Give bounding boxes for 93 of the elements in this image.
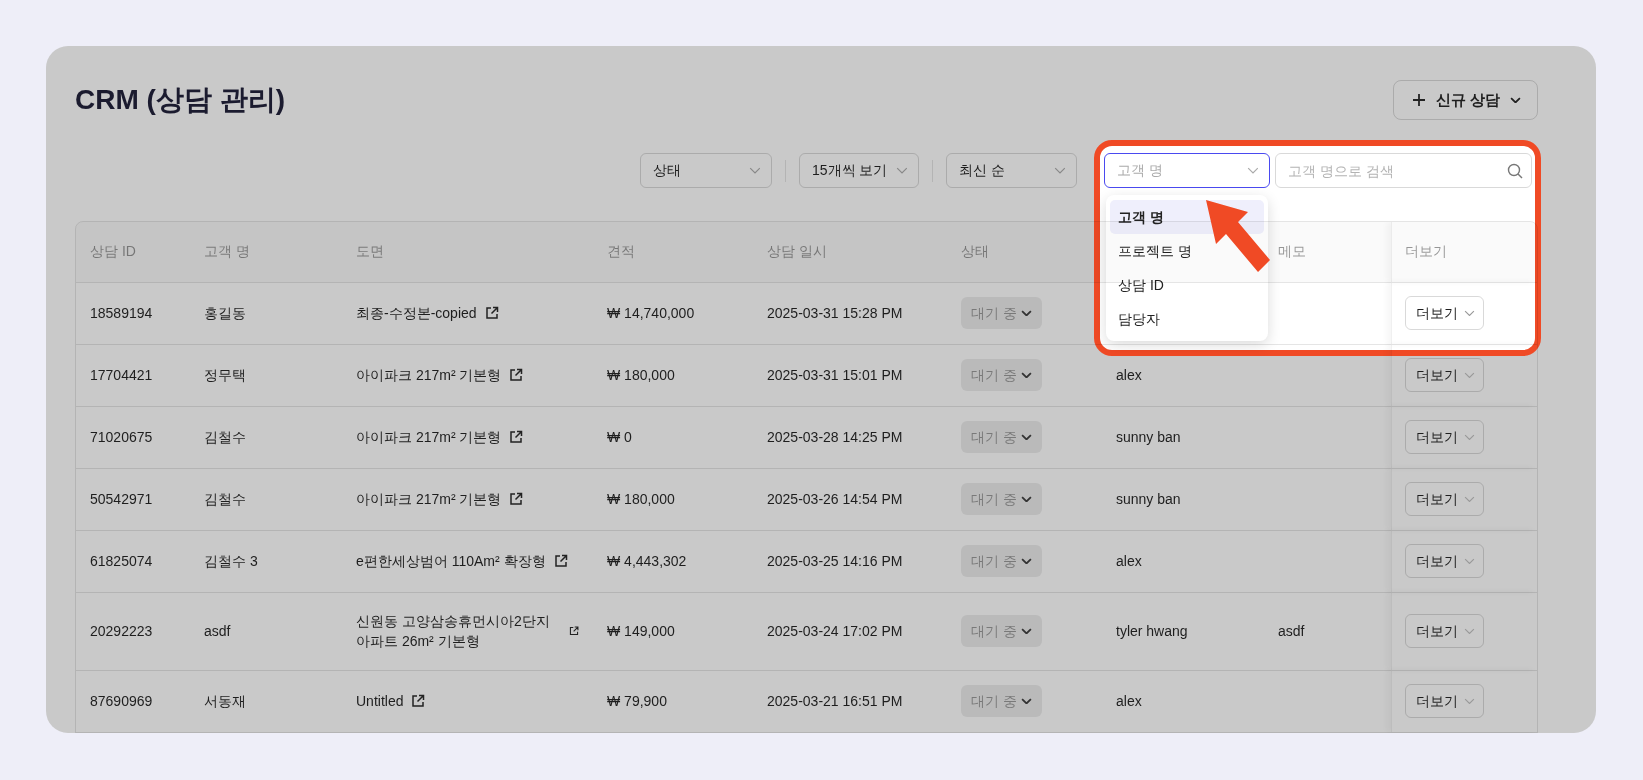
table-cell: 2025-03-28 14:25 PM [767, 428, 903, 445]
table-cell: 홍길동 [204, 304, 246, 321]
table-cell: ₩ 14,740,000 [607, 304, 695, 321]
table-cell: 2025-03-26 14:54 PM [767, 490, 903, 507]
chevron-down-icon [1020, 697, 1032, 705]
drawing-link[interactable]: 신원동 고양삼송휴먼시아2단지 아파트 26m² 기본형 [356, 610, 579, 652]
table-cell: ₩ 149,000 [607, 622, 675, 639]
column-header: 메모 [1278, 243, 1306, 260]
chevron-down-icon [1463, 309, 1475, 317]
column-header: 도면 [356, 243, 384, 260]
chevron-down-icon [896, 166, 908, 175]
column-header: 상태 [961, 243, 989, 260]
external-link-icon [569, 624, 579, 638]
table-cell: alex [1116, 366, 1142, 383]
table-cell: 17704421 [90, 366, 153, 383]
chevron-down-icon [1020, 309, 1032, 317]
table-cell: ₩ 180,000 [607, 366, 675, 383]
table-cell: 김철수 [204, 490, 246, 507]
column-header: 견적 [607, 243, 635, 260]
column-header: 고객 명 [204, 243, 250, 260]
chevron-down-icon [1510, 96, 1521, 104]
table-cell: 87690969 [90, 692, 153, 709]
external-link-icon [411, 693, 426, 708]
table-cell: asdf [204, 622, 231, 639]
more-button[interactable]: 더보기 [1404, 684, 1484, 718]
table-cell: 2025-03-25 14:16 PM [767, 552, 903, 569]
chevron-down-icon [1054, 166, 1066, 175]
chevron-down-icon [1020, 371, 1032, 379]
chevron-down-icon [1463, 627, 1475, 635]
dropdown-option[interactable]: 담당자 [1110, 302, 1168, 336]
drawing-link[interactable]: 최종-수정본-copied [356, 302, 499, 323]
table-cell: sunny ban [1116, 490, 1181, 507]
drawing-link[interactable]: 아이파크 217m² 기본형 [356, 364, 524, 385]
drawing-link[interactable]: Untitled [356, 690, 426, 711]
table-cell: 김철수 3 [204, 552, 258, 569]
table-cell: ₩ 0 [607, 428, 632, 445]
column-header: 더보기 [1404, 243, 1447, 260]
plus-icon [1411, 93, 1426, 107]
table-cell: 2025-03-21 16:51 PM [767, 692, 903, 709]
filter-select[interactable]: 최신 순 [946, 153, 1077, 188]
external-link-icon [484, 305, 499, 320]
filter-select[interactable]: 상태 [640, 153, 772, 188]
dropdown-option[interactable]: 상담 ID [1110, 268, 1172, 302]
table-cell: 18589194 [90, 304, 153, 321]
search-icon [1507, 163, 1523, 179]
column-header: 상담 ID [90, 243, 136, 260]
external-link-icon [509, 367, 524, 382]
external-link-icon [509, 429, 524, 444]
drawing-link[interactable]: 아이파크 217m² 기본형 [356, 426, 524, 447]
table-cell: ₩ 4,443,302 [607, 552, 687, 569]
chevron-down-icon [1020, 433, 1032, 441]
table-cell: 정무택 [204, 366, 246, 383]
table-cell: alex [1116, 692, 1142, 709]
table-cell: 50542971 [90, 490, 153, 507]
chevron-down-icon [1020, 557, 1032, 565]
filter-select[interactable]: 15개씩 보기 [799, 153, 919, 188]
table-cell: 61825074 [90, 552, 153, 569]
table-cell: 71020675 [90, 428, 153, 445]
table-cell: ₩ 180,000 [607, 490, 675, 507]
chevron-down-icon [1463, 557, 1475, 565]
table-cell: 2025-03-31 15:01 PM [767, 366, 903, 383]
chevron-down-icon [1247, 166, 1259, 175]
drawing-link[interactable]: 아이파크 217m² 기본형 [356, 488, 524, 509]
column-header: 상담 일시 [767, 243, 827, 260]
chevron-down-icon [1463, 697, 1475, 705]
table-cell: 20292223 [90, 622, 153, 639]
more-button[interactable]: 더보기 [1404, 296, 1484, 330]
table-cell: asdf [1278, 622, 1305, 639]
table-cell: ₩ 79,900 [607, 692, 667, 709]
chevron-down-icon [1463, 495, 1475, 503]
chevron-down-icon [749, 166, 761, 175]
table-cell: alex [1116, 552, 1142, 569]
table-cell: 2025-03-31 15:28 PM [767, 304, 903, 321]
chevron-down-icon [1463, 371, 1475, 379]
search-field[interactable]: 고객 명으로 검색 [1275, 153, 1532, 188]
more-button[interactable]: 더보기 [1404, 482, 1484, 516]
more-button[interactable]: 더보기 [1404, 358, 1484, 392]
new-consultation-button[interactable]: 신규 상담 [1392, 80, 1538, 120]
external-link-icon [553, 553, 568, 568]
table-cell: 2025-03-24 17:02 PM [767, 622, 903, 639]
chevron-down-icon [1020, 495, 1032, 503]
more-button[interactable]: 더보기 [1404, 614, 1484, 648]
chevron-down-icon [1020, 627, 1032, 635]
table-cell: 김철수 [204, 428, 246, 445]
table-cell: sunny ban [1116, 428, 1181, 445]
more-button[interactable]: 더보기 [1404, 544, 1484, 578]
chevron-down-icon [1463, 433, 1475, 441]
external-link-icon [509, 491, 524, 506]
more-button[interactable]: 더보기 [1404, 420, 1484, 454]
drawing-link[interactable]: e편한세상범어 110Am² 확장형 [356, 550, 568, 571]
page-title: CRM (상담 관리) [75, 83, 285, 117]
table-cell: tyler hwang [1116, 622, 1188, 639]
table-cell: 서동재 [204, 692, 246, 709]
